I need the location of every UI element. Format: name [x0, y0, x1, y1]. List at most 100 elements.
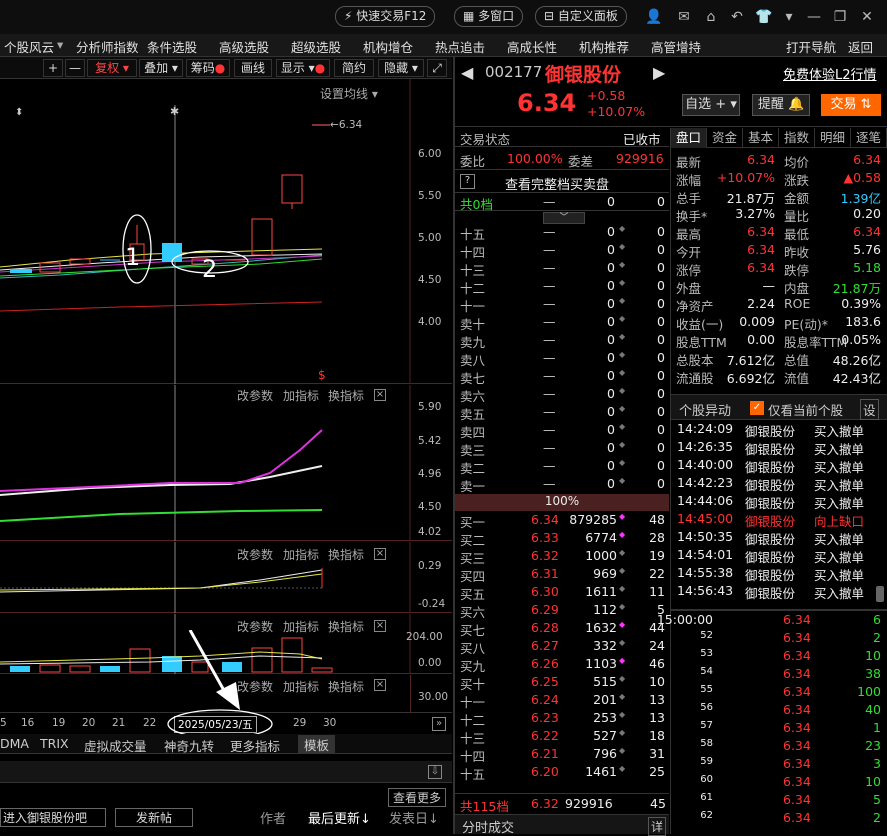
buy-level-row[interactable]: 十四 6.21 796 ◆ 31 — [455, 746, 669, 764]
full-book-link[interactable]: 查看完整档买卖盘 — [505, 174, 609, 193]
buy-level-row[interactable]: 十三 6.22 527 ◆ 18 — [455, 728, 669, 746]
view-more-button[interactable]: 查看更多 — [388, 788, 447, 807]
new-post-button[interactable]: 发新帖 — [115, 808, 193, 827]
forum-link-button[interactable]: 进入御银股份吧 — [0, 808, 106, 827]
watchlist-button[interactable]: 自选 + ▾ — [682, 94, 740, 116]
menu-item[interactable]: 超级选股 — [291, 37, 341, 56]
tab-virtual-volume[interactable]: 虚拟成交量 — [84, 736, 147, 755]
draw-line-button[interactable]: 画线 — [234, 59, 272, 77]
sell-level-row[interactable]: 卖六 — 0 ◆ 0 — [455, 386, 669, 404]
sell-level-row[interactable]: 十五 — 0 ◆ 0 — [455, 224, 669, 242]
tab-magic-nine[interactable]: 神奇九转 — [164, 736, 214, 755]
abnormal-row[interactable]: 14:24:09 御银股份 买入撤单 — [671, 421, 887, 439]
buy-level-row[interactable]: 买九 6.26 1103 ◆ 46 — [455, 656, 669, 674]
menu-item[interactable]: 机构推荐 — [579, 37, 629, 56]
sell-level-row[interactable]: 卖五 — 0 ◆ 0 — [455, 404, 669, 422]
sell-level-row[interactable]: 十二 — 0 ◆ 0 — [455, 278, 669, 296]
full-book-row[interactable]: ? 查看完整档买卖盘 — [455, 171, 669, 193]
abnormal-row[interactable]: 14:50:35 御银股份 买入撤单 — [671, 529, 887, 547]
sell-level-row[interactable]: 卖九 — 0 ◆ 0 — [455, 332, 669, 350]
close-icon[interactable]: ✕ — [858, 8, 876, 26]
next-stock-icon[interactable]: ▶ — [653, 63, 665, 82]
fuquan-button[interactable]: 复权 ▾ — [87, 59, 137, 77]
free-l2-link[interactable]: 免费体验L2行情 — [783, 64, 877, 83]
abnormal-scrollbar[interactable] — [876, 586, 884, 602]
abnormal-row[interactable]: 14:26:35 御银股份 买入撤单 — [671, 439, 887, 457]
buy-level-row[interactable]: 买八 6.27 332 ◆ 24 — [455, 638, 669, 656]
buy-level-row[interactable]: 买十 6.25 515 ◆ 10 — [455, 674, 669, 692]
menu-item[interactable]: 机构增仓 — [363, 37, 413, 56]
scroll-right-icon[interactable]: » — [432, 717, 446, 731]
sell-level-row[interactable]: 卖七 — 0 ◆ 0 — [455, 368, 669, 386]
post-date-column[interactable]: 发表日↓ — [389, 808, 439, 827]
sell-level-row[interactable]: 十四 — 0 ◆ 0 — [455, 242, 669, 260]
help-icon[interactable]: ? — [460, 174, 475, 189]
abnormal-row[interactable]: 14:44:06 御银股份 买入撤单 — [671, 493, 887, 511]
sell-level-row[interactable]: 卖二 — 0 ◆ 0 — [455, 458, 669, 476]
tab-trix[interactable]: TRIX — [40, 736, 69, 751]
chips-button[interactable]: 筹码● — [186, 59, 230, 77]
menu-item[interactable]: 热点追击 — [435, 37, 485, 56]
buy-level-row[interactable]: 买五 6.30 1611 ◆ 11 — [455, 584, 669, 602]
abnormal-row[interactable]: 14:42:23 御银股份 买入撤单 — [671, 475, 887, 493]
menu-item[interactable]: 条件选股 — [147, 37, 197, 56]
tab-dma[interactable]: DMA — [0, 736, 29, 751]
author-column[interactable]: 作者 — [260, 808, 286, 827]
menu-item[interactable]: 分析师指数 — [76, 37, 139, 56]
abnormal-row[interactable]: 14:56:43 御银股份 买入撤单 — [671, 583, 887, 601]
abnormal-row[interactable]: 14:40:00 御银股份 买入撤单 — [671, 457, 887, 475]
mail-icon[interactable]: ✉ — [675, 8, 693, 26]
tab-2[interactable]: 基本 — [743, 128, 779, 148]
prev-stock-icon[interactable]: ◀ — [461, 63, 473, 82]
fullscreen-icon[interactable]: ⤢ — [427, 59, 447, 77]
abnormal-row[interactable]: 14:55:38 御银股份 买入撤单 — [671, 565, 887, 583]
buy-level-row[interactable]: 十二 6.23 253 ◆ 13 — [455, 710, 669, 728]
menu-dropdown-icon[interactable]: ▾ — [57, 37, 63, 52]
tab-template[interactable]: 模板 — [298, 735, 336, 754]
sell-level-row[interactable]: 卖八 — 0 ◆ 0 — [455, 350, 669, 368]
shirt-icon[interactable]: 👕 — [755, 8, 773, 26]
hide-button[interactable]: 隐藏 ▾ — [378, 59, 424, 77]
buy-level-row[interactable]: 十五 6.20 1461 ◆ 25 — [455, 764, 669, 782]
quick-trade-button[interactable]: ⚡ 快速交易F12 — [335, 6, 436, 27]
buy-level-row[interactable]: 买一 6.34 879285 ◆ 48 — [455, 512, 669, 530]
collapse-icon[interactable]: ﹀ — [543, 212, 585, 224]
change-indicator-button[interactable]: 换指标 — [328, 678, 364, 695]
buy-level-row[interactable]: 买四 6.31 969 ◆ 22 — [455, 566, 669, 584]
minimize-icon[interactable]: — — [805, 8, 823, 26]
abnormal-row[interactable]: 14:54:01 御银股份 买入撤单 — [671, 547, 887, 565]
buy-level-row[interactable]: 买三 6.32 1000 ◆ 19 — [455, 548, 669, 566]
menu-item[interactable]: 个股风云 — [4, 37, 54, 56]
restore-icon[interactable]: ❐ — [831, 8, 849, 26]
tab-0[interactable]: 盘口 — [671, 128, 707, 148]
add-indicator-button[interactable]: 加指标 — [283, 678, 319, 695]
download-icon[interactable]: ⇩ — [428, 765, 442, 779]
tab-5[interactable]: 逐笔 — [851, 128, 887, 148]
home-icon[interactable]: ⌂ — [702, 8, 720, 26]
display-button[interactable]: 显示 ▾● — [276, 59, 330, 77]
buy-level-row[interactable]: 买六 6.29 112 ◆ 5 — [455, 602, 669, 620]
menu-item[interactable]: 高成长性 — [507, 37, 557, 56]
abnormal-row[interactable]: 14:45:00 御银股份 向上缺口 — [671, 511, 887, 529]
abnormal-settings-button[interactable]: 设 — [860, 399, 879, 420]
dropdown-icon[interactable]: ▾ — [780, 8, 798, 26]
menu-item[interactable]: 高管增持 — [651, 37, 701, 56]
zoom-in-button[interactable]: + — [43, 59, 63, 77]
buy-level-row[interactable]: 买七 6.28 1632 ◆ 44 — [455, 620, 669, 638]
menu-item[interactable]: 高级选股 — [219, 37, 269, 56]
sell-level-row[interactable]: 十三 — 0 ◆ 0 — [455, 260, 669, 278]
sell-level-row[interactable]: 卖三 — 0 ◆ 0 — [455, 440, 669, 458]
latest-update-column[interactable]: 最后更新↓ — [308, 808, 371, 827]
tab-4[interactable]: 明细 — [815, 128, 851, 148]
tab-1[interactable]: 资金 — [707, 128, 743, 148]
user-icon[interactable]: 👤 — [645, 8, 663, 26]
zoom-out-button[interactable]: — — [65, 59, 85, 77]
overlay-button[interactable]: 叠加 ▾ — [139, 59, 183, 77]
menu-item[interactable]: 返回 — [848, 37, 873, 56]
close-pane-icon[interactable]: × — [374, 679, 386, 691]
multi-window-button[interactable]: ▦ 多窗口 — [454, 6, 524, 27]
alert-button[interactable]: 提醒 🔔 — [752, 94, 810, 116]
sell-level-row[interactable]: 卖一 — 0 ◆ 0 — [455, 476, 669, 494]
trade-button[interactable]: 交易 ⇅ — [821, 94, 881, 116]
tab-more-indicators[interactable]: 更多指标 — [230, 736, 280, 755]
